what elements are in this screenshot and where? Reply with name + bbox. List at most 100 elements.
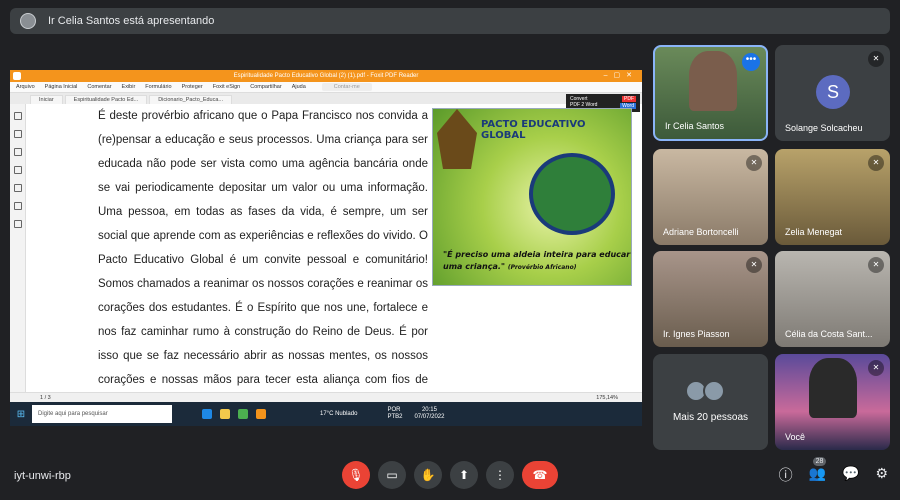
more-options-icon[interactable]: ••• bbox=[742, 53, 760, 71]
mic-off-icon: ✕ bbox=[868, 360, 884, 376]
info-icon[interactable]: ⓘ bbox=[779, 465, 793, 485]
clock-date: 07/07/2022 bbox=[414, 414, 445, 420]
call-controls: 🎙 ▭ ✋ ⬆ ⋮ ☎ bbox=[342, 461, 558, 489]
more-vert-icon: ⋮ bbox=[494, 468, 506, 482]
leave-call-button[interactable]: ☎ bbox=[522, 461, 558, 489]
pages-icon[interactable] bbox=[13, 130, 22, 138]
raise-hand-button[interactable]: ✋ bbox=[414, 461, 442, 489]
menu-arquivo[interactable]: Arquivo bbox=[16, 84, 35, 90]
participant-tile[interactable]: ••• Ir Celia Santos bbox=[653, 45, 768, 141]
weather-text: 17°C Nublado bbox=[320, 411, 358, 417]
lang-line2: PTB2 bbox=[387, 414, 403, 420]
taskbar-search[interactable]: Digite aqui para pesquisar bbox=[32, 405, 172, 423]
explorer-icon[interactable] bbox=[220, 409, 230, 419]
menu-comentar[interactable]: Comentar bbox=[87, 84, 111, 90]
presenting-banner: Ir Celia Santos está apresentando bbox=[10, 8, 890, 34]
mini-avatars bbox=[685, 380, 725, 402]
poster-quote: "É preciso uma aldeia inteira para educa… bbox=[443, 249, 631, 274]
mic-off-icon: ✕ bbox=[868, 155, 884, 171]
shared-screen: Espiritualidade Pacto Educativo Global (… bbox=[10, 70, 642, 426]
more-options-button[interactable]: ⋮ bbox=[486, 461, 514, 489]
present-icon: ⬆ bbox=[458, 468, 470, 482]
participant-tile[interactable]: ✕ S Solange Solcacheu bbox=[775, 45, 890, 141]
participant-count-badge: 28 bbox=[812, 457, 827, 466]
menu-proteger[interactable]: Proteger bbox=[182, 84, 203, 90]
more-people-tile[interactable]: Mais 20 pessoas bbox=[653, 354, 768, 450]
pdf-window-title: Espiritualidade Pacto Educativo Global (… bbox=[233, 73, 419, 79]
camera-icon: ▭ bbox=[386, 468, 398, 482]
signature-icon[interactable] bbox=[13, 220, 22, 228]
edge-icon[interactable] bbox=[202, 409, 212, 419]
hand-icon: ✋ bbox=[420, 468, 436, 482]
mic-off-icon: 🎙 bbox=[348, 468, 364, 482]
window-controls-icon: –▢✕ bbox=[603, 72, 638, 79]
comments-icon[interactable] bbox=[13, 148, 22, 156]
tab-espiritualidade[interactable]: Espiritualidade Pacto Ed... bbox=[64, 95, 148, 104]
presenting-text: Ir Celia Santos está apresentando bbox=[48, 15, 215, 27]
menu-pagina-inicial[interactable]: Página Inicial bbox=[45, 84, 78, 90]
participant-name: Zelia Menegat bbox=[785, 227, 843, 237]
taskbar-apps bbox=[202, 409, 266, 419]
pdf-left-toolbar bbox=[10, 104, 26, 404]
self-tile[interactable]: ✕ Você bbox=[775, 354, 890, 450]
phone-hangup-icon: ☎ bbox=[532, 468, 548, 482]
mic-off-icon: ✕ bbox=[868, 257, 884, 273]
pope-image bbox=[437, 109, 477, 169]
pdf-page-content: É deste provérbio africano que o Papa Fr… bbox=[98, 104, 428, 410]
bookmark-icon[interactable] bbox=[13, 112, 22, 120]
self-video bbox=[809, 358, 857, 418]
language-indicator: POR PTB2 bbox=[387, 407, 402, 421]
pdf-tabs: Iniciar Espiritualidade Pacto Ed... Dici… bbox=[10, 93, 642, 104]
avatar: S bbox=[816, 75, 850, 109]
menu-foxit-esign[interactable]: Foxit eSign bbox=[213, 84, 241, 90]
menu-formulario[interactable]: Formulário bbox=[145, 84, 171, 90]
participant-tile[interactable]: ✕ Adriane Bortoncelli bbox=[653, 149, 768, 245]
attachment-icon[interactable] bbox=[13, 184, 22, 192]
meeting-side-controls: ⓘ 👥 28 💬 ⚙ bbox=[779, 457, 888, 485]
pdf-search-box[interactable]: Contar-me bbox=[321, 83, 372, 91]
tab-iniciar[interactable]: Iniciar bbox=[30, 95, 63, 104]
chrome-icon[interactable] bbox=[238, 409, 248, 419]
security-icon[interactable] bbox=[13, 202, 22, 210]
participant-tile[interactable]: ✕ Zelia Menegat bbox=[775, 149, 890, 245]
camera-toggle-button[interactable]: ▭ bbox=[378, 461, 406, 489]
more-people-label: Mais 20 pessoas bbox=[672, 412, 749, 423]
participant-tile[interactable]: ✕ Célia da Costa Sant... bbox=[775, 251, 890, 347]
activities-icon[interactable]: ⚙ bbox=[875, 465, 888, 485]
participant-name: Ir. Ignes Piasson bbox=[663, 329, 730, 339]
menu-exibir[interactable]: Exibir bbox=[122, 84, 136, 90]
mic-off-icon: ✕ bbox=[868, 51, 884, 67]
mic-off-icon: ✕ bbox=[746, 155, 762, 171]
menu-compartilhar[interactable]: Compartilhar bbox=[250, 84, 281, 90]
avatar bbox=[703, 380, 725, 402]
zoom-level[interactable]: 175,14% bbox=[596, 395, 618, 401]
menu-ajuda[interactable]: Ajuda bbox=[292, 84, 306, 90]
participant-video bbox=[689, 51, 737, 111]
layers-icon[interactable] bbox=[13, 166, 22, 174]
mic-off-icon: ✕ bbox=[746, 257, 762, 273]
participant-name: Célia da Costa Sant... bbox=[785, 329, 873, 339]
foxit-logo-icon bbox=[13, 72, 21, 80]
windows-start-icon[interactable]: ⊞ bbox=[10, 409, 32, 420]
participant-name: Adriane Bortoncelli bbox=[663, 227, 739, 237]
windows-taskbar: ⊞ Digite aqui para pesquisar 17°C Nublad… bbox=[10, 402, 642, 426]
pdf-menu-ribbon: Arquivo Página Inicial Comentar Exibir F… bbox=[10, 82, 642, 93]
poster-attribution: (Provérbio Africano) bbox=[507, 264, 577, 271]
clock-time: 20:15 bbox=[421, 407, 437, 413]
present-button[interactable]: ⬆ bbox=[450, 461, 478, 489]
document-paragraph: É deste provérbio africano que o Papa Fr… bbox=[98, 110, 428, 410]
chat-icon[interactable]: 💬 bbox=[842, 465, 859, 485]
page-indicator[interactable]: 1 / 3 bbox=[40, 395, 51, 401]
people-icon[interactable]: 👥 28 bbox=[809, 457, 827, 485]
participant-tile[interactable]: ✕ Ir. Ignes Piasson bbox=[653, 251, 768, 347]
pdf-tag: PDF bbox=[622, 96, 636, 102]
meeting-code: iyt-unwi-rbp bbox=[14, 470, 71, 482]
taskbar-clock: 20:15 07/07/2022 bbox=[414, 407, 444, 421]
tab-dicionario[interactable]: Dicionario_Pacto_Educa... bbox=[149, 95, 233, 104]
foxit-icon[interactable] bbox=[256, 409, 266, 419]
mic-toggle-button[interactable]: 🎙 bbox=[342, 461, 370, 489]
presenter-avatar bbox=[20, 13, 36, 29]
pdf-app-titlebar: Espiritualidade Pacto Educativo Global (… bbox=[10, 70, 642, 82]
globe-logo-icon bbox=[529, 153, 615, 235]
pacto-educativo-poster: PACTO EDUCATIVO GLOBAL "É preciso uma al… bbox=[432, 108, 632, 286]
